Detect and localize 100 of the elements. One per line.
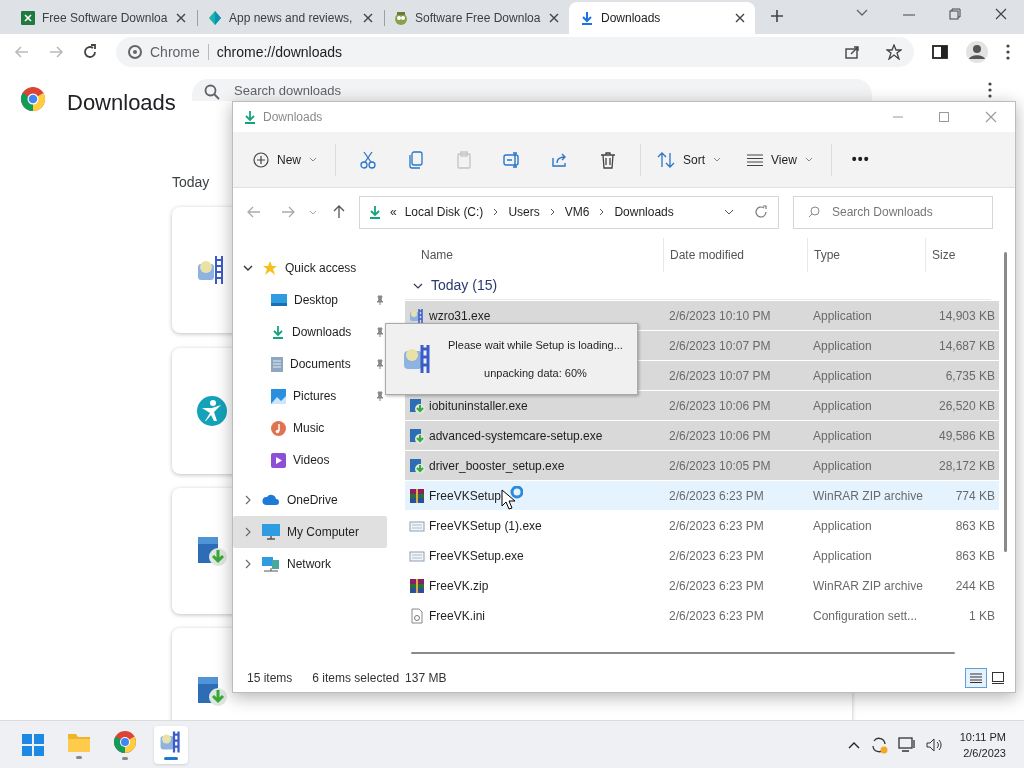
up-icon[interactable]	[333, 205, 345, 219]
tab-title: Downloads	[601, 10, 662, 27]
chrome-icon	[113, 730, 137, 754]
view-button[interactable]: View	[737, 141, 823, 178]
file-row[interactable]: iobituninstaller.exe 2/6/2023 10:06 PM Application 26,520 KB	[405, 391, 999, 420]
address-bar[interactable]: Chrome chrome://downloads	[116, 37, 914, 67]
caret-icon	[713, 157, 722, 162]
restore-icon[interactable]	[949, 8, 961, 20]
group-header[interactable]: Today (15)	[431, 275, 498, 296]
menu-icon[interactable]	[1006, 44, 1010, 60]
breadcrumb-item[interactable]: VM6	[564, 203, 590, 221]
column-header[interactable]: Date modified	[670, 246, 745, 264]
column-header[interactable]: Size	[932, 246, 956, 264]
person-badge-icon	[196, 395, 228, 427]
chevron-right-icon[interactable]	[243, 527, 253, 537]
taskbar-app[interactable]	[154, 726, 188, 764]
browser-tab[interactable]: Downloads	[569, 2, 755, 34]
sort-button[interactable]: Sort	[649, 141, 730, 178]
network-icon[interactable]	[897, 737, 916, 753]
sync-icon[interactable]	[869, 736, 888, 754]
file-name: FreeVKSetup.exe	[429, 547, 524, 565]
type-cell-text: Application	[812, 337, 873, 355]
share-icon[interactable]	[844, 44, 860, 60]
nav-item[interactable]: Quick access	[233, 252, 391, 284]
search-field[interactable]: Search Downloads	[793, 195, 993, 229]
address-bar[interactable]: « Local Disk (C:) Users VM6 Downloads	[359, 195, 779, 229]
overflow-chevron[interactable]: «	[390, 203, 397, 221]
close-icon[interactable]	[995, 8, 1007, 20]
nav-item[interactable]: Pictures	[233, 380, 391, 412]
size-cell-text: 14,903 KB	[937, 307, 995, 325]
nav-item[interactable]: Music	[233, 412, 391, 444]
share-icon[interactable]	[551, 151, 569, 168]
search-icon	[808, 206, 820, 218]
dropdown-icon[interactable]	[724, 209, 734, 215]
pin-icon	[375, 391, 385, 401]
tab-search-icon[interactable]	[856, 9, 868, 17]
search-field[interactable]: Search downloads	[192, 79, 872, 101]
more-icon[interactable]	[988, 82, 992, 98]
details-view-icon	[970, 673, 982, 683]
browser-tab[interactable]: Software Free Downloa	[383, 2, 569, 34]
close-icon[interactable]	[549, 13, 559, 23]
vertical-scrollbar[interactable]	[1004, 252, 1007, 552]
side-panel-icon[interactable]	[932, 44, 948, 60]
chevron-right-icon[interactable]	[243, 495, 253, 505]
trash-icon[interactable]	[600, 150, 616, 169]
profile-icon[interactable]	[966, 41, 988, 63]
rename-icon[interactable]	[503, 151, 521, 168]
close-icon[interactable]	[735, 13, 745, 23]
clock[interactable]: 10:11 PM 2/6/2023	[959, 729, 1006, 761]
chevron-down-icon[interactable]	[243, 263, 253, 273]
breadcrumb-item[interactable]: Downloads	[614, 203, 674, 221]
maximize-icon[interactable]	[939, 112, 949, 122]
column-header[interactable]: Name	[421, 246, 453, 264]
progress-text: unpacking data: 60%	[484, 366, 587, 381]
size-cell-text: 14,687 KB	[937, 337, 995, 355]
nav-item[interactable]: Downloads	[233, 316, 391, 348]
horizontal-scrollbar[interactable]	[411, 652, 955, 654]
site-label: Chrome	[150, 42, 200, 62]
file-name: wzro31.exe	[429, 307, 491, 325]
file-row[interactable]: advanced-systemcare-setup.exe 2/6/2023 10:06 PM Application 49,586 KB	[405, 421, 999, 450]
column-header[interactable]: Type	[814, 246, 840, 264]
nav-item[interactable]: My Computer	[233, 516, 387, 548]
file-row[interactable]: FreeVKSetup (1).exe 2/6/2023 6:23 PM Application 863 KB	[405, 511, 999, 540]
scissors-icon[interactable]	[360, 150, 376, 169]
nav-item[interactable]: Network	[233, 548, 391, 580]
file-row[interactable]: FreeVKSetup 2/6/2023 6:23 PM WinRAR ZIP archive 774 KB	[405, 481, 999, 510]
close-icon[interactable]	[363, 13, 373, 23]
close-icon[interactable]	[176, 13, 186, 23]
more-button[interactable]: •••	[839, 149, 882, 170]
file-row[interactable]: FreeVK.zip 2/6/2023 6:23 PM WinRAR ZIP archive 244 KB	[405, 571, 999, 600]
new-tab-icon[interactable]	[769, 8, 785, 24]
date-cell-text: 2/6/2023 6:23 PM	[668, 487, 765, 505]
file-name: FreeVK.ini	[429, 607, 486, 625]
file-row[interactable]: FreeVKSetup.exe 2/6/2023 6:23 PM Application 863 KB	[405, 541, 999, 570]
copy-icon[interactable]	[408, 150, 424, 169]
nav-item[interactable]: OneDrive	[233, 484, 391, 516]
date-cell-text: 2/6/2023 10:10 PM	[668, 307, 772, 325]
window-title: Downloads	[263, 109, 323, 126]
breadcrumb-item[interactable]: Users	[508, 203, 540, 221]
nav-item[interactable]: Documents	[233, 348, 391, 380]
size-cell-text: 6,735 KB	[944, 367, 995, 385]
file-row[interactable]: driver_booster_setup.exe 2/6/2023 10:05 PM Application 28,172 KB	[405, 451, 999, 480]
browser-tab[interactable]: Free Software Downloa	[10, 2, 196, 34]
breadcrumb-item[interactable]: Local Disk (C:)	[404, 203, 484, 221]
chevron-right-icon	[549, 208, 555, 216]
reload-icon[interactable]	[82, 44, 98, 60]
chevron-up-icon[interactable]	[847, 741, 860, 749]
volume-icon[interactable]	[925, 738, 942, 752]
refresh-icon[interactable]	[754, 205, 768, 219]
network-icon	[262, 556, 280, 572]
chevron-down-icon[interactable]	[413, 282, 423, 289]
new-button[interactable]: New	[243, 141, 327, 178]
nav-item[interactable]: Desktop	[233, 284, 391, 316]
browser-tab[interactable]: App news and reviews,	[197, 2, 383, 34]
nav-item[interactable]: Videos	[233, 444, 391, 476]
details-view-button[interactable]	[965, 668, 987, 688]
bookmark-star-icon[interactable]	[886, 44, 902, 60]
date-cell-text: 2/6/2023 10:07 PM	[668, 337, 772, 355]
file-row[interactable]: FreeVK.ini 2/6/2023 6:23 PM Configuration sett... 1 KB	[405, 601, 999, 630]
chevron-right-icon[interactable]	[243, 559, 253, 569]
